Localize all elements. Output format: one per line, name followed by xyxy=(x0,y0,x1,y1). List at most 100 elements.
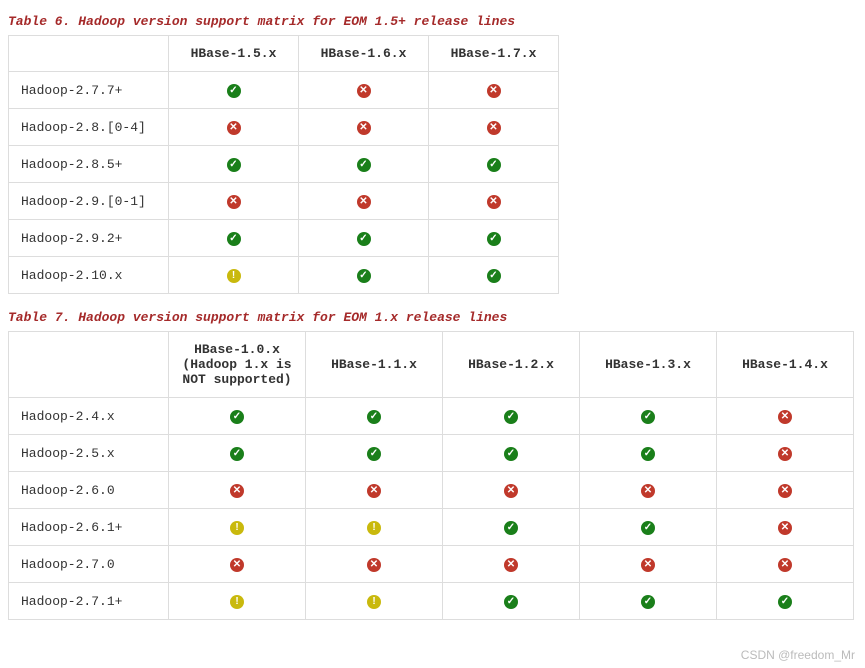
supported-icon: ✓ xyxy=(487,232,501,246)
table6-rowhdr: Hadoop-2.9.[0-1] xyxy=(9,183,169,220)
table-row: Hadoop-2.9.[0-1]✕✕✕ xyxy=(9,183,559,220)
table6-cell: ✕ xyxy=(299,72,429,109)
table7-rowhdr: Hadoop-2.4.x xyxy=(9,398,169,435)
table7-cell: ✓ xyxy=(580,435,717,472)
table7-colhdr-1: HBase-1.1.x xyxy=(306,332,443,398)
table6-cell: ✕ xyxy=(429,72,559,109)
supported-icon: ✓ xyxy=(504,447,518,461)
table-row: Hadoop-2.7.1+!!✓✓✓ xyxy=(9,583,854,620)
table7-cell: ! xyxy=(306,583,443,620)
table6-cell: ✓ xyxy=(299,146,429,183)
table6-rowhdr: Hadoop-2.10.x xyxy=(9,257,169,294)
table6-cell: ✕ xyxy=(429,183,559,220)
not-supported-icon: ✕ xyxy=(367,484,381,498)
table7-rowhdr: Hadoop-2.6.1+ xyxy=(9,509,169,546)
table-row: Hadoop-2.4.x✓✓✓✓✕ xyxy=(9,398,854,435)
table6-colhdr-0: HBase-1.5.x xyxy=(169,36,299,72)
supported-icon: ✓ xyxy=(357,269,371,283)
table7-rowhdr: Hadoop-2.5.x xyxy=(9,435,169,472)
supported-icon: ✓ xyxy=(227,158,241,172)
table6-cell: ✕ xyxy=(299,109,429,146)
table7-cell: ✓ xyxy=(443,509,580,546)
warning-icon: ! xyxy=(227,269,241,283)
table7-cell: ✓ xyxy=(580,583,717,620)
table-row: Hadoop-2.7.7+✓✕✕ xyxy=(9,72,559,109)
table7-cell: ✓ xyxy=(169,435,306,472)
table7-cell: ✕ xyxy=(169,546,306,583)
table7-cell: ✓ xyxy=(169,398,306,435)
table-row: Hadoop-2.6.1+!!✓✓✕ xyxy=(9,509,854,546)
table7-cell: ✓ xyxy=(443,435,580,472)
warning-icon: ! xyxy=(367,521,381,535)
not-supported-icon: ✕ xyxy=(641,484,655,498)
not-supported-icon: ✕ xyxy=(778,484,792,498)
table6-cell: ✕ xyxy=(169,183,299,220)
table7-colhdr-2: HBase-1.2.x xyxy=(443,332,580,398)
table7-cell: ✕ xyxy=(443,472,580,509)
supported-icon: ✓ xyxy=(357,232,371,246)
table6-rowhdr: Hadoop-2.9.2+ xyxy=(9,220,169,257)
supported-icon: ✓ xyxy=(367,410,381,424)
support-matrix-table6: HBase-1.5.x HBase-1.6.x HBase-1.7.x Hado… xyxy=(8,35,559,294)
not-supported-icon: ✕ xyxy=(778,521,792,535)
not-supported-icon: ✕ xyxy=(230,484,244,498)
table6-rowhdr: Hadoop-2.8.[0-4] xyxy=(9,109,169,146)
supported-icon: ✓ xyxy=(227,84,241,98)
supported-icon: ✓ xyxy=(487,158,501,172)
not-supported-icon: ✕ xyxy=(778,410,792,424)
table7-cell: ✕ xyxy=(717,472,854,509)
table7-cell: ! xyxy=(169,583,306,620)
not-supported-icon: ✕ xyxy=(357,195,371,209)
supported-icon: ✓ xyxy=(230,447,244,461)
table6-cell: ✓ xyxy=(429,146,559,183)
not-supported-icon: ✕ xyxy=(504,484,518,498)
table6-header-row: HBase-1.5.x HBase-1.6.x HBase-1.7.x xyxy=(9,36,559,72)
table7-cell: ✓ xyxy=(717,583,854,620)
table7-cell: ✕ xyxy=(717,546,854,583)
table6-cell: ! xyxy=(169,257,299,294)
table7-cell: ! xyxy=(169,509,306,546)
table6-cell: ✓ xyxy=(299,257,429,294)
table-row: Hadoop-2.9.2+✓✓✓ xyxy=(9,220,559,257)
warning-icon: ! xyxy=(230,595,244,609)
table7-cell: ✓ xyxy=(443,398,580,435)
not-supported-icon: ✕ xyxy=(487,84,501,98)
not-supported-icon: ✕ xyxy=(230,558,244,572)
not-supported-icon: ✕ xyxy=(504,558,518,572)
table-row: Hadoop-2.5.x ✓ ✓ ✓ ✓ ✕ xyxy=(9,435,854,472)
table-row: Hadoop-2.10.x!✓✓ xyxy=(9,257,559,294)
table-row: Hadoop-2.8.[0-4]✕✕✕ xyxy=(9,109,559,146)
table7-rowhdr: Hadoop-2.7.0 xyxy=(9,546,169,583)
supported-icon: ✓ xyxy=(504,521,518,535)
not-supported-icon: ✕ xyxy=(487,195,501,209)
table7-cell: ✕ xyxy=(580,472,717,509)
table7-cell: ✕ xyxy=(306,546,443,583)
table7-cell: ✕ xyxy=(169,472,306,509)
supported-icon: ✓ xyxy=(367,447,381,461)
not-supported-icon: ✕ xyxy=(778,447,792,461)
table-row: Hadoop-2.6.0✕✕✕✕✕ xyxy=(9,472,854,509)
table7-cell: ✕ xyxy=(306,472,443,509)
table6-corner xyxy=(9,36,169,72)
table6-rowhdr: Hadoop-2.8.5+ xyxy=(9,146,169,183)
not-supported-icon: ✕ xyxy=(641,558,655,572)
table7-caption: Table 7. Hadoop version support matrix f… xyxy=(8,310,857,325)
table7-colhdr-0: HBase-1.0.x (Hadoop 1.x is NOT supported… xyxy=(169,332,306,398)
table7-colhdr-3: HBase-1.3.x xyxy=(580,332,717,398)
supported-icon: ✓ xyxy=(504,410,518,424)
table6-cell: ✓ xyxy=(429,220,559,257)
supported-icon: ✓ xyxy=(641,410,655,424)
not-supported-icon: ✕ xyxy=(487,121,501,135)
not-supported-icon: ✕ xyxy=(778,558,792,572)
table6-caption: Table 6. Hadoop version support matrix f… xyxy=(8,14,857,29)
table7-cell: ✓ xyxy=(443,583,580,620)
not-supported-icon: ✕ xyxy=(357,84,371,98)
table7-cell: ✕ xyxy=(580,546,717,583)
supported-icon: ✓ xyxy=(504,595,518,609)
supported-icon: ✓ xyxy=(641,447,655,461)
table7-colhdr-4: HBase-1.4.x xyxy=(717,332,854,398)
table7-corner xyxy=(9,332,169,398)
table-row: Hadoop-2.7.0 ✕ ✕ ✕ ✕ ✕ xyxy=(9,546,854,583)
table6-cell: ✓ xyxy=(299,220,429,257)
table7-cell: ✕ xyxy=(717,509,854,546)
